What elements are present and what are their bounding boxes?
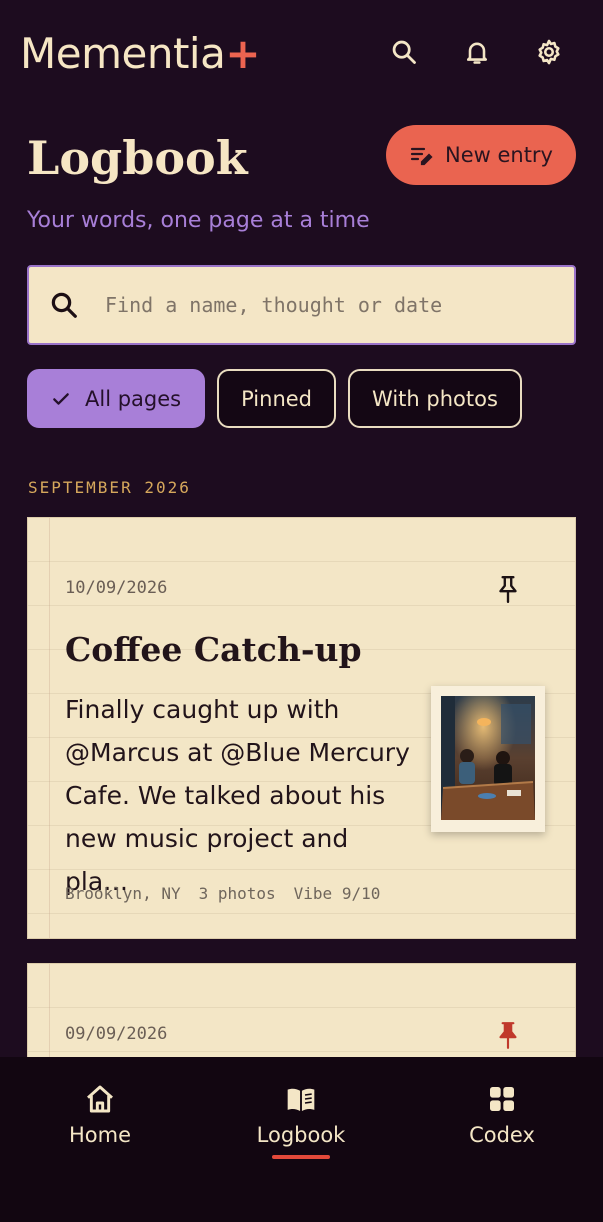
search-field-icon (29, 290, 99, 320)
entry-title: Coffee Catch-up (65, 630, 362, 669)
nav-label: Codex (469, 1123, 535, 1147)
entry-date: 09/09/2026 (65, 1024, 168, 1044)
page-tagline: Your words, one page at a time (27, 208, 370, 233)
entry-photo-thumbnail[interactable] (431, 686, 545, 832)
nav-item-codex[interactable]: Codex (442, 1083, 562, 1147)
top-bar: Mementia+ (0, 0, 603, 105)
pin-icon[interactable] (495, 574, 521, 604)
search-icon[interactable] (386, 34, 422, 70)
filter-label: All pages (85, 386, 182, 411)
new-entry-button[interactable]: New entry (386, 125, 576, 185)
page-title: Logbook (27, 131, 248, 185)
brand-plus-mark: + (225, 29, 261, 78)
home-icon (87, 1085, 113, 1113)
gear-icon[interactable] (531, 34, 567, 70)
filter-label: Pinned (241, 386, 313, 411)
entry-date: 10/09/2026 (65, 578, 168, 598)
compose-icon (410, 147, 433, 166)
nav-item-logbook[interactable]: Logbook (241, 1083, 361, 1159)
entry-card[interactable]: 10/09/2026 Coffee Catch-up Finally caugh… (27, 517, 576, 939)
nav-label: Home (68, 1123, 131, 1147)
grid-icon (490, 1087, 514, 1111)
filter-pinned[interactable]: Pinned (217, 369, 337, 428)
nav-label: Logbook (256, 1123, 346, 1147)
brand-logo: Mementia+ (20, 28, 261, 80)
filter-label: With photos (372, 386, 498, 411)
bottom-navigation: Home Logbook Codex (0, 1057, 603, 1222)
filter-all-pages[interactable]: All pages (27, 369, 206, 428)
check-icon (53, 392, 69, 405)
month-section-header: SEPTEMBER 2026 (28, 478, 191, 497)
app-screen: Mementia+ Logbook New entry Your words, … (0, 0, 603, 1222)
filter-with-photos[interactable]: With photos (348, 369, 522, 428)
entry-photo-count: 3 photos (198, 884, 276, 903)
search-input[interactable] (105, 293, 565, 317)
entry-vibe: Vibe 9/10 (293, 884, 381, 903)
search-bar (27, 265, 576, 345)
entry-location: Brooklyn, NY (65, 884, 181, 903)
active-nav-indicator (272, 1155, 330, 1159)
new-entry-label: New entry (444, 143, 553, 167)
entry-meta: Brooklyn, NY 3 photos Vibe 9/10 (65, 884, 380, 903)
filter-chips: All pages Pinned With photos (27, 369, 522, 428)
entry-excerpt: Finally caught up with @Marcus at @Blue … (65, 695, 410, 896)
bell-icon[interactable] (459, 34, 495, 70)
brand-name: Mementia (20, 29, 226, 78)
pin-icon-active[interactable] (495, 1020, 521, 1050)
book-icon (287, 1088, 315, 1111)
nav-item-home[interactable]: Home (40, 1083, 160, 1147)
